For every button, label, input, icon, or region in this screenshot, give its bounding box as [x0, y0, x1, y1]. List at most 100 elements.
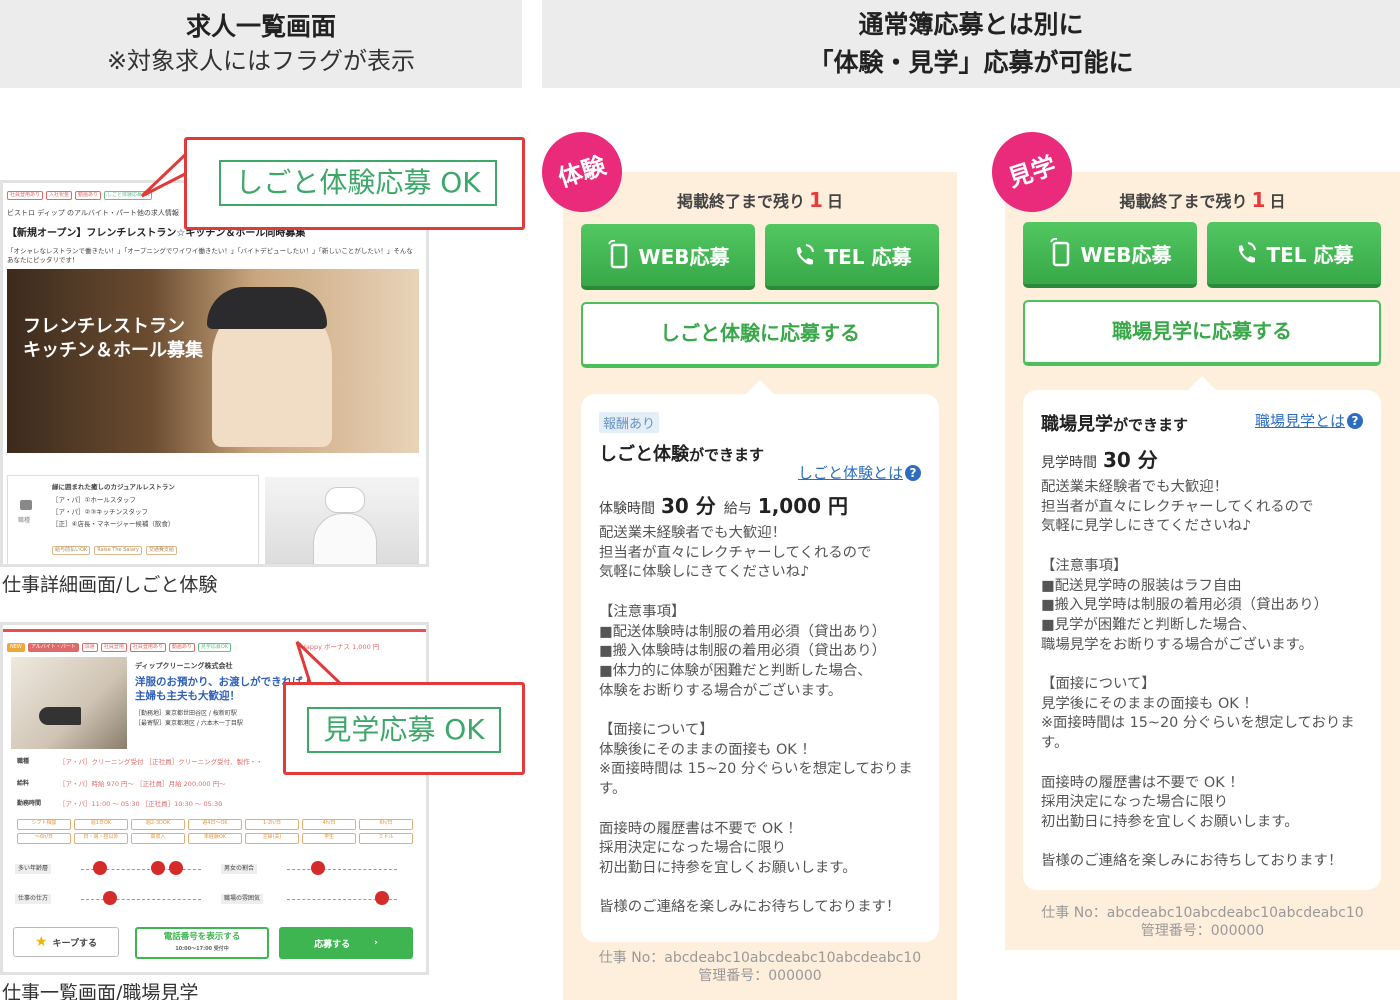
- question-circle-icon[interactable]: ?: [905, 465, 921, 481]
- scale-row-4: 職場の雰囲気: [217, 891, 417, 907]
- tel-apply-button[interactable]: TEL 応募: [1207, 222, 1381, 288]
- web-apply-button[interactable]: WEB応募: [581, 224, 755, 290]
- card-pointer: [746, 380, 774, 394]
- meta-pay-value: 1,000 円: [757, 494, 849, 518]
- left-header-title: 求人一覧画面: [185, 12, 336, 41]
- meta-time-value: 30 分: [661, 494, 716, 518]
- row-label: 給料: [17, 780, 30, 787]
- flag-tag: 動画あり: [75, 191, 102, 200]
- new-tag: NEW: [7, 643, 25, 652]
- manage-number: 管理番号：000000: [1140, 923, 1265, 939]
- tel-apply-button[interactable]: TEL 応募: [765, 224, 939, 290]
- job-list-mock: NEW アルバイト・パート 派遣 社員登用 社員登用あり 動画あり 見学応募OK…: [0, 622, 429, 975]
- callout-taiken: しごと体験応募 OK: [184, 137, 525, 230]
- scale-line: [81, 899, 201, 900]
- feature-cell: 6h/日: [359, 819, 413, 830]
- job-intro: 「オシャレなレストランで働きたい！」「オープニングでワイワイ働きたい！」「バイト…: [7, 247, 413, 264]
- mascot-icon: [93, 861, 107, 875]
- row-label: 職種: [17, 758, 30, 765]
- breadcrumb[interactable]: ビストロ ディップ のアルバイト・パート他の求人情報: [7, 208, 179, 218]
- right-header: 通常簿応募とは別に 「体験・見学」応募が可能に: [542, 0, 1400, 88]
- taiken-body: 配送業未経験者でも大歓迎！ 担当者が直々にレクチャーしてくれるので 気軽に体験し…: [599, 525, 913, 916]
- bottom-tag: 交通費支給: [145, 546, 177, 555]
- flag-tag: 社員登用: [100, 643, 127, 652]
- web-apply-label: WEB応募: [1080, 242, 1172, 267]
- feature-cell: 未経験OK: [188, 833, 242, 844]
- feature-cell: 高収入: [131, 833, 185, 844]
- feature-cell: 週2-3DOK: [131, 819, 185, 830]
- scale-label: 職場の雰囲気: [221, 894, 264, 904]
- feature-cell: 1-2h/日: [245, 819, 299, 830]
- location-line: ［勤務地］東京都世田谷区 / 桜新町駅: [135, 710, 237, 717]
- kengaku-title: 職場見学ができます: [1041, 410, 1188, 436]
- keep-button[interactable]: ★ キープする: [13, 927, 119, 957]
- panel-kengaku: 掲載終了まで残り 1 日 WEB応募 TEL 応募 職場見学に応募する 職場見学がで…: [1005, 172, 1400, 950]
- list-flag-row: NEW アルバイト・パート 派遣 社員登用 社員登用あり 動画あり 見学応募OK: [7, 643, 232, 652]
- location-line: ［最寄駅］東京都港区 / 六本木一丁目駅: [135, 720, 243, 727]
- feature-cell: 〜6h/日: [17, 833, 71, 844]
- meta-time-label: 見学時間: [1041, 455, 1097, 471]
- hero-cap: [207, 287, 327, 329]
- hero-image: フレンチレストラン キッチン＆ホール募集: [7, 269, 419, 453]
- hero-text: フレンチレストラン キッチン＆ホール募集: [23, 315, 203, 363]
- flag-tag: 社員登用あり: [7, 191, 44, 200]
- meta-time-value: 30 分: [1103, 448, 1158, 472]
- panel-taiken: 掲載終了まで残り 1 日 WEB応募 TEL 応募 しごと体験に応募する 報酬あり …: [563, 172, 957, 1000]
- scale-row-1: 多い年齢層: [11, 861, 211, 877]
- kengaku-apply-button[interactable]: 職場見学に応募する: [1023, 300, 1381, 366]
- mascot-icon: [311, 861, 325, 875]
- feature-cell: 日・週・昼以外: [74, 833, 128, 844]
- phone-sub: 10:00〜17:00 受付中: [175, 946, 229, 952]
- remain-prefix: 掲載終了まで残り: [677, 192, 806, 211]
- taiken-title: しごと体験ができます: [599, 440, 764, 466]
- taiken-about-link[interactable]: しごと体験とは: [798, 464, 903, 482]
- row-value: ［ア・パ］時給 970 円〜 ［正社員］月給 200,000 円〜: [59, 780, 226, 788]
- job-line: ［正］④店長・マネージャー候補（飲食）: [52, 520, 175, 528]
- scale-row-3: 仕事の仕方: [11, 891, 211, 907]
- company-line: 緑に囲まれた癒しのカジュアルレストラン: [52, 483, 175, 491]
- reward-pill-wrap: 報酬あり: [599, 412, 660, 433]
- summary-box: 職種 緑に囲まれた癒しのカジュアルレストラン ［ア・パ］①ホールスタッフ ［ア・…: [7, 475, 259, 564]
- flag-tag: 派遣: [81, 643, 98, 652]
- web-apply-button[interactable]: WEB応募: [1023, 222, 1197, 288]
- flag-row: 社員登用あり 入社祝金 動画あり しごと体験応募OK: [7, 191, 153, 200]
- right-header-line2: 「体験・見学」応募が可能に: [808, 48, 1134, 77]
- manage-number: 管理番号：000000: [698, 968, 822, 984]
- hero-line1: フレンチレストラン: [23, 316, 185, 337]
- meta-pay-label: 給与: [723, 501, 752, 517]
- kengaku-title-main: 職場見学: [1041, 414, 1113, 435]
- headline2: 主婦も主夫も大歓迎！: [135, 690, 240, 702]
- taiken-title-sub: ができます: [689, 446, 765, 464]
- flag-tag-kengaku: 見学応募OK: [197, 643, 232, 652]
- taiken-link-wrap: しごと体験とは?: [798, 462, 921, 483]
- feature-cell: シフト相談: [17, 819, 71, 830]
- remain-days: 掲載終了まで残り 1 日: [563, 188, 957, 212]
- apply-label: 応募する: [314, 939, 351, 950]
- chef-hat: [325, 487, 365, 513]
- taiken-meta: 体験時間 30 分給与 1,000 円: [599, 490, 856, 519]
- apply-button[interactable]: 応募する ›: [279, 927, 413, 959]
- taiken-title-main: しごと体験: [599, 444, 689, 465]
- remain-suffix: 日: [1269, 192, 1286, 211]
- flag-tag: 動画あり: [168, 643, 195, 652]
- feature-cell: 主婦(夫): [245, 833, 299, 844]
- scale-row-2: 男女の割合: [217, 861, 417, 877]
- kengaku-about-link[interactable]: 職場見学とは: [1255, 412, 1345, 430]
- bag-icon: [20, 500, 32, 510]
- row-label: 勤務時間: [17, 800, 42, 807]
- show-phone-button[interactable]: 電話番号を表示する 10:00〜17:00 受付中: [135, 927, 269, 959]
- reward-pill: 報酬あり: [599, 412, 660, 433]
- taiken-apply-button[interactable]: しごと体験に応募する: [581, 302, 939, 368]
- side-label: 職種: [18, 517, 31, 524]
- mascot-icon: [103, 891, 117, 905]
- taiken-footer: 仕事 No：abcdeabc10abcdeabc10abcdeabc10 管理番…: [563, 949, 957, 985]
- feature-cell: 週1日OK: [74, 819, 128, 830]
- question-circle-icon[interactable]: ?: [1347, 413, 1363, 429]
- kengaku-link-wrap: 職場見学とは?: [1255, 410, 1363, 431]
- meta-time-label: 体験時間: [599, 501, 655, 517]
- job-line: ［ア・パ］①ホールスタッフ: [52, 496, 136, 504]
- remain-prefix: 掲載終了まで残り: [1119, 192, 1248, 211]
- scale-label: 仕事の仕方: [15, 894, 52, 904]
- chef-body: [313, 513, 377, 564]
- telephone-icon: [1234, 238, 1258, 268]
